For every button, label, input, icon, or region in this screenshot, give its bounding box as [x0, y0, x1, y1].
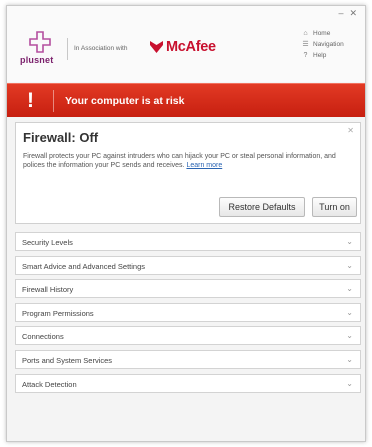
- firewall-description: Firewall protects your PC against intrud…: [23, 152, 353, 170]
- nav-help[interactable]: ? Help: [302, 50, 344, 61]
- section-label: Program Permissions: [22, 308, 94, 318]
- minimize-button[interactable]: –: [338, 9, 343, 18]
- header-divider: [67, 38, 68, 60]
- risk-alert-banner: ! Your computer is at risk: [7, 83, 365, 117]
- section-ports-services[interactable]: Ports and System Services ⌄: [15, 349, 361, 369]
- chevron-down-icon: ⌄: [346, 354, 353, 364]
- home-icon: ⌂: [303, 30, 308, 37]
- nav-help-label: Help: [313, 52, 327, 59]
- section-connections[interactable]: Connections ⌄: [15, 326, 361, 346]
- section-label: Attack Detection: [22, 379, 77, 389]
- settings-accordion: Security Levels ⌄ Smart Advice and Advan…: [15, 232, 361, 397]
- app-window: – ✕ plusnet In Association with McAfee ⌂…: [6, 5, 366, 442]
- mcafee-shield-icon: [150, 41, 163, 53]
- top-navigation: ⌂ Home ☰ Navigation ? Help: [302, 28, 344, 61]
- nav-home-label: Home: [313, 30, 331, 37]
- section-label: Smart Advice and Advanced Settings: [22, 261, 145, 271]
- chevron-down-icon: ⌄: [346, 284, 353, 294]
- section-firewall-history[interactable]: Firewall History ⌄: [15, 279, 361, 299]
- section-program-permissions[interactable]: Program Permissions ⌄: [15, 302, 361, 322]
- nav-navigation[interactable]: ☰ Navigation: [302, 39, 344, 50]
- section-label: Ports and System Services: [22, 355, 113, 365]
- navigation-icon: ☰: [302, 41, 309, 48]
- association-text: In Association with: [74, 45, 128, 52]
- banner-divider: [53, 90, 54, 112]
- chevron-down-icon: ⌄: [346, 307, 353, 317]
- chevron-down-icon: ⌄: [346, 378, 353, 388]
- chevron-down-icon: ⌄: [346, 260, 353, 270]
- section-label: Connections: [22, 332, 64, 342]
- section-label: Firewall History: [22, 285, 74, 295]
- nav-home[interactable]: ⌂ Home: [302, 28, 344, 39]
- restore-defaults-button[interactable]: Restore Defaults: [219, 197, 305, 217]
- section-security-levels[interactable]: Security Levels ⌄: [15, 232, 361, 251]
- mcafee-logo: McAfee: [150, 39, 216, 55]
- chevron-down-icon: ⌄: [346, 237, 353, 246]
- chevron-down-icon: ⌄: [346, 331, 353, 341]
- help-icon: ?: [303, 52, 308, 59]
- plusnet-logo-text: plusnet: [20, 55, 54, 65]
- warning-icon: !: [27, 89, 34, 112]
- nav-navigation-label: Navigation: [313, 41, 344, 48]
- panel-close-icon[interactable]: ✕: [347, 126, 354, 135]
- section-label: Security Levels: [22, 238, 73, 247]
- learn-more-link[interactable]: Learn more: [186, 162, 222, 169]
- header: – ✕ plusnet In Association with McAfee ⌂…: [7, 6, 365, 82]
- mcafee-logo-text: McAfee: [166, 39, 216, 55]
- turn-on-button[interactable]: Turn on: [312, 197, 357, 217]
- firewall-panel: ✕ Firewall: Off Firewall protects your P…: [15, 122, 361, 224]
- window-controls: – ✕: [338, 9, 357, 18]
- firewall-description-text: Firewall protects your PC against intrud…: [23, 153, 336, 169]
- risk-message: Your computer is at risk: [65, 95, 185, 107]
- firewall-status-title: Firewall: Off: [23, 130, 99, 145]
- section-smart-advice[interactable]: Smart Advice and Advanced Settings ⌄: [15, 255, 361, 275]
- section-attack-detection[interactable]: Attack Detection ⌄: [15, 373, 361, 393]
- close-button[interactable]: ✕: [349, 9, 357, 18]
